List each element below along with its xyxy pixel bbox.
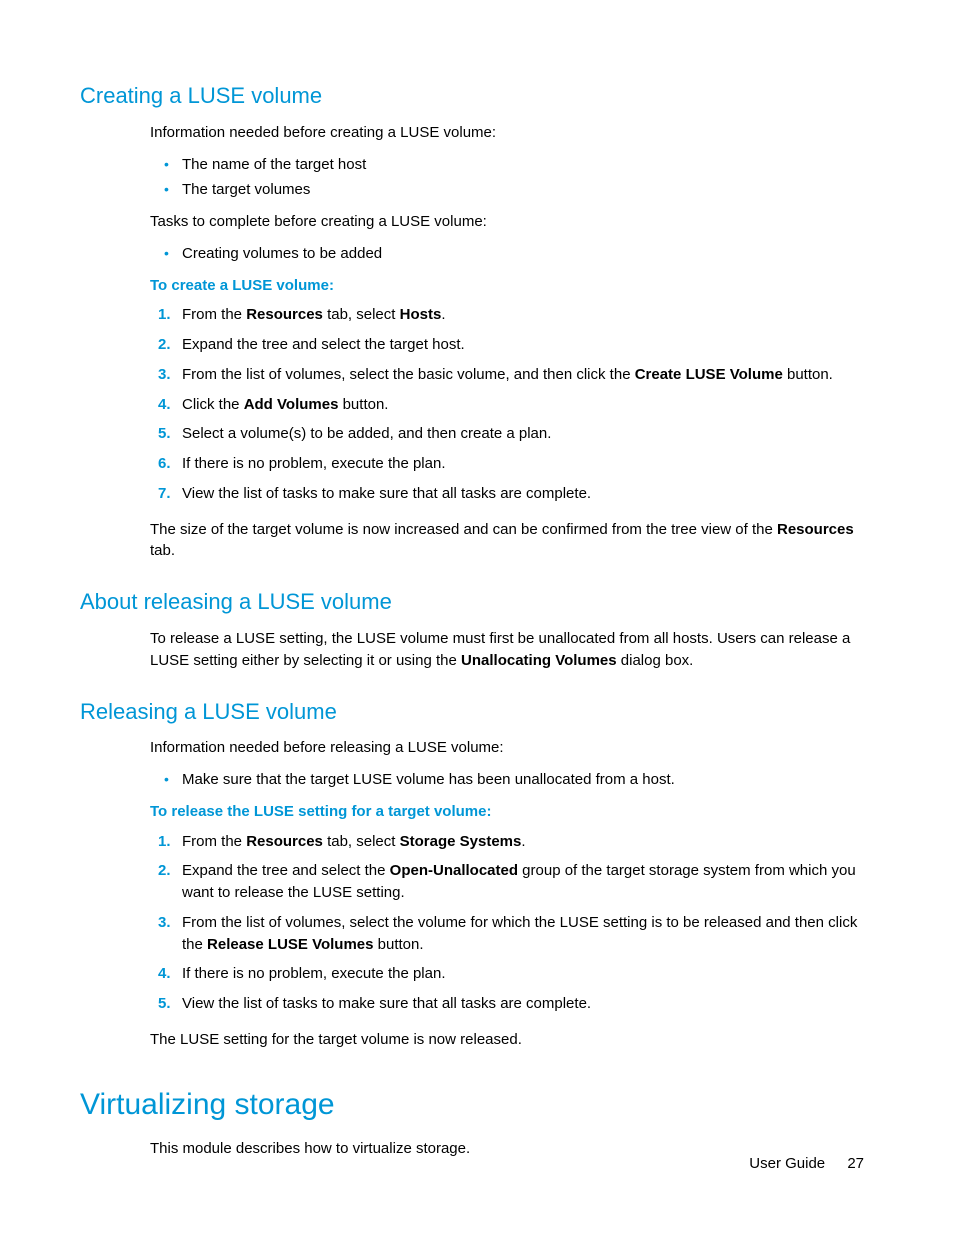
section-about-releasing-body: To release a LUSE setting, the LUSE volu… [150, 628, 864, 672]
steps-create: From the Resources tab, select Hosts. Ex… [150, 304, 864, 504]
section-releasing-luse-body: Information needed before releasing a LU… [150, 737, 864, 1050]
section-creating-luse-body: Information needed before creating a LUS… [150, 122, 864, 562]
bold: Resources [246, 306, 323, 323]
bullet-list-1: The name of the target host The target v… [150, 154, 864, 202]
procedure-title-release: To release the LUSE setting for a target… [150, 801, 864, 823]
bold: Unallocating Volumes [461, 652, 617, 669]
para-intro1: Information needed before creating a LUS… [150, 122, 864, 144]
step: Expand the tree and select the Open-Unal… [150, 860, 864, 904]
text: From the [182, 306, 246, 323]
bold: Create LUSE Volume [635, 366, 783, 383]
text: From the list of volumes, select the bas… [182, 366, 635, 383]
list-item: Make sure that the target LUSE volume ha… [150, 769, 864, 791]
step: From the list of volumes, select the bas… [150, 364, 864, 386]
step: From the Resources tab, select Storage S… [150, 831, 864, 853]
heading-releasing-luse: Releasing a LUSE volume [80, 696, 864, 728]
step: If there is no problem, execute the plan… [150, 963, 864, 985]
step: View the list of tasks to make sure that… [150, 993, 864, 1015]
text: . [441, 306, 445, 323]
text: button. [783, 366, 833, 383]
bullet-list-2: Creating volumes to be added [150, 243, 864, 265]
text: button. [338, 396, 388, 413]
heading-creating-luse: Creating a LUSE volume [80, 80, 864, 112]
bold: Resources [777, 521, 854, 538]
text: . [521, 833, 525, 850]
bullet-list-3: Make sure that the target LUSE volume ha… [150, 769, 864, 791]
step: From the Resources tab, select Hosts. [150, 304, 864, 326]
bold: Resources [246, 833, 323, 850]
step: Select a volume(s) to be added, and then… [150, 423, 864, 445]
text: The size of the target volume is now inc… [150, 521, 777, 538]
heading-about-releasing: About releasing a LUSE volume [80, 586, 864, 618]
text: Expand the tree and select the [182, 862, 390, 879]
text: From the [182, 833, 246, 850]
bold: Storage Systems [400, 833, 522, 850]
page-number: 27 [847, 1155, 864, 1172]
list-item: The target volumes [150, 179, 864, 201]
text: tab, select [323, 306, 400, 323]
steps-release: From the Resources tab, select Storage S… [150, 831, 864, 1015]
procedure-title-create: To create a LUSE volume: [150, 275, 864, 297]
bold: Release LUSE Volumes [207, 936, 373, 953]
para-intro: Information needed before releasing a LU… [150, 737, 864, 759]
text: dialog box. [617, 652, 694, 669]
heading-virtualizing-storage: Virtualizing storage [80, 1083, 864, 1127]
text: tab, select [323, 833, 400, 850]
step: Expand the tree and select the target ho… [150, 334, 864, 356]
footer-label: User Guide [749, 1155, 825, 1172]
bold: Add Volumes [244, 396, 339, 413]
step: View the list of tasks to make sure that… [150, 483, 864, 505]
step: Click the Add Volumes button. [150, 394, 864, 416]
list-item: Creating volumes to be added [150, 243, 864, 265]
text: Click the [182, 396, 244, 413]
list-item: The name of the target host [150, 154, 864, 176]
step: If there is no problem, execute the plan… [150, 453, 864, 475]
para-intro2: Tasks to complete before creating a LUSE… [150, 211, 864, 233]
para-about: To release a LUSE setting, the LUSE volu… [150, 628, 864, 672]
text: button. [374, 936, 424, 953]
para-result: The size of the target volume is now inc… [150, 519, 864, 563]
bold: Open-Unallocated [390, 862, 518, 879]
document-page: Creating a LUSE volume Information neede… [0, 0, 954, 1235]
step: From the list of volumes, select the vol… [150, 912, 864, 956]
page-footer: User Guide 27 [749, 1153, 864, 1175]
bold: Hosts [400, 306, 442, 323]
para-result: The LUSE setting for the target volume i… [150, 1029, 864, 1051]
text: tab. [150, 542, 175, 559]
